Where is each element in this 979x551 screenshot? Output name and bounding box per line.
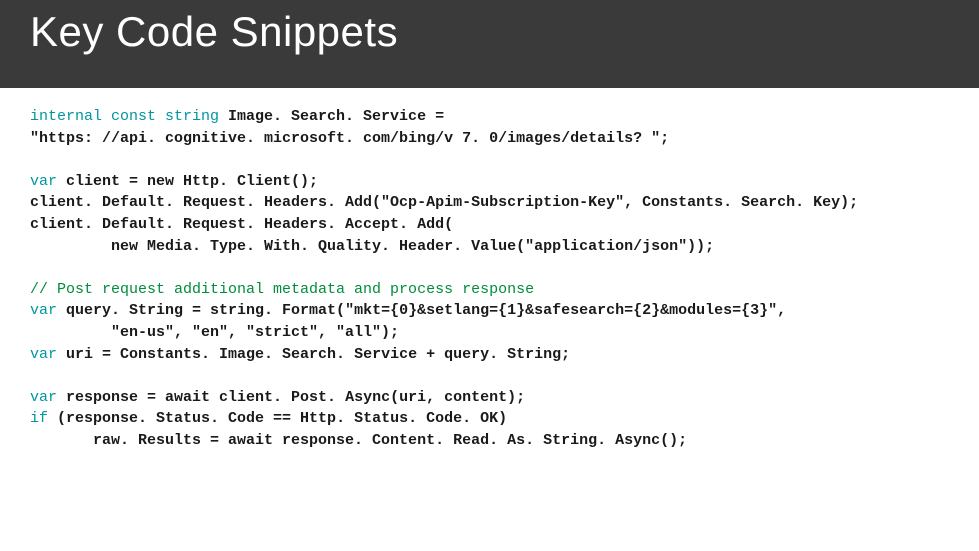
comment-text: // Post request additional metadata and …: [30, 281, 534, 298]
code-text: (response. Status. Code == Http. Status.…: [48, 410, 507, 427]
code-text: client = new Http. Client();: [57, 173, 318, 190]
code-text: raw. Results = await response. Content. …: [30, 432, 687, 449]
slide-header: Key Code Snippets: [0, 0, 979, 88]
code-line-2: "https: //api. cognitive. microsoft. com…: [30, 128, 949, 150]
code-line-8: var query. String = string. Format("mkt=…: [30, 300, 949, 322]
code-text: uri = Constants. Image. Search. Service …: [57, 346, 570, 363]
keyword-var: var: [30, 173, 57, 190]
code-line-1: internal const string Image. Search. Ser…: [30, 106, 949, 128]
code-text: response = await client. Post. Async(uri…: [57, 389, 525, 406]
code-line-9: "en-us", "en", "strict", "all");: [30, 322, 949, 344]
blank-line: [30, 150, 949, 171]
slide-title: Key Code Snippets: [30, 8, 398, 56]
code-text: client. Default. Request. Headers. Add("…: [30, 194, 858, 211]
code-line-3: var client = new Http. Client();: [30, 171, 949, 193]
code-line-10: var uri = Constants. Image. Search. Serv…: [30, 344, 949, 366]
code-line-12: if (response. Status. Code == Http. Stat…: [30, 408, 949, 430]
blank-line: [30, 366, 949, 387]
code-text: "en-us", "en", "strict", "all");: [30, 324, 399, 341]
blank-line: [30, 258, 949, 279]
code-line-13: raw. Results = await response. Content. …: [30, 430, 949, 452]
code-line-4: client. Default. Request. Headers. Add("…: [30, 192, 949, 214]
code-text: query. String = string. Format("mkt={0}&…: [57, 302, 786, 319]
code-text: client. Default. Request. Headers. Accep…: [30, 216, 453, 233]
keyword-var: var: [30, 389, 57, 406]
keyword-var: var: [30, 346, 57, 363]
code-snippet: internal const string Image. Search. Ser…: [0, 88, 979, 452]
code-text: "https: //api. cognitive. microsoft. com…: [30, 130, 669, 147]
code-text: Image. Search. Service =: [219, 108, 444, 125]
keyword-var: var: [30, 302, 57, 319]
code-line-6: new Media. Type. With. Quality. Header. …: [30, 236, 949, 258]
keyword-internal-const-string: internal const string: [30, 108, 219, 125]
code-line-11: var response = await client. Post. Async…: [30, 387, 949, 409]
code-line-7: // Post request additional metadata and …: [30, 279, 949, 301]
code-text: new Media. Type. With. Quality. Header. …: [30, 238, 714, 255]
keyword-if: if: [30, 410, 48, 427]
code-line-5: client. Default. Request. Headers. Accep…: [30, 214, 949, 236]
